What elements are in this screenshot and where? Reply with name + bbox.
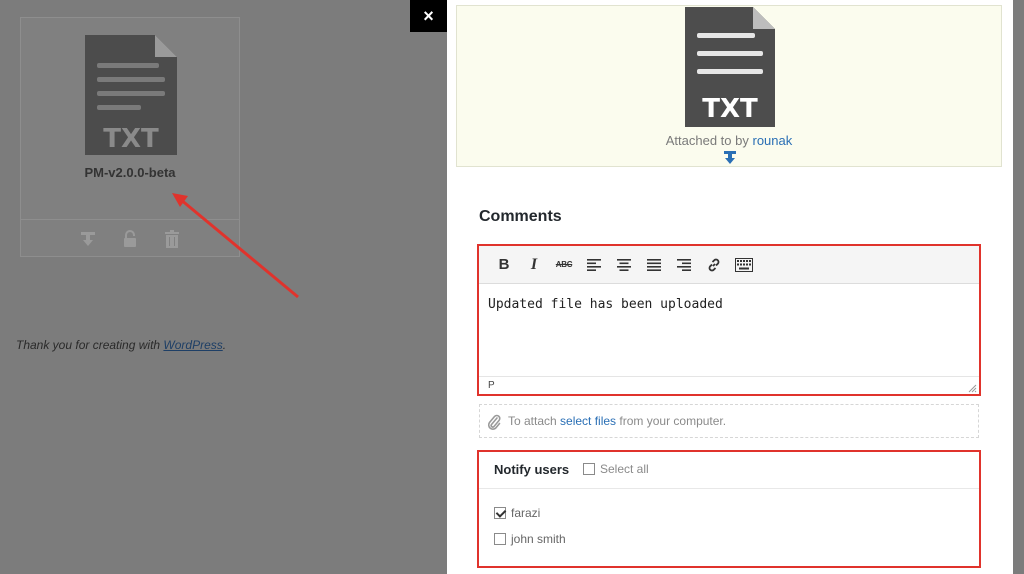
file-title[interactable]: PM-v2.0.0-beta [21,165,239,180]
link-icon[interactable] [699,253,729,277]
wordpress-link[interactable]: WordPress [163,338,222,352]
svg-text:TXT: TXT [103,124,159,154]
file-preview: TXT Attached to by rounak [456,5,1002,167]
bold-button[interactable]: B [489,253,519,277]
editor-toolbar: B I ABC [479,246,979,284]
strikethrough-button[interactable]: ABC [549,253,579,277]
paperclip-icon [487,414,501,430]
file-actions [21,230,239,248]
align-center-icon[interactable] [609,253,639,277]
download-icon[interactable] [723,151,737,165]
resize-grip-icon[interactable] [968,384,977,393]
attachment-modal: TXT Attached to by rounak Comments B I A… [447,0,1013,574]
scroll-strip [1013,0,1024,574]
user-john-smith-checkbox[interactable]: john smith [494,532,566,546]
align-left-icon[interactable] [579,253,609,277]
notify-users-section: Notify users Select all farazi john smit… [477,450,981,568]
select-all-checkbox[interactable]: Select all [583,462,649,476]
attached-by-text: Attached to by rounak [665,133,793,148]
editor-statusbar: P [479,376,979,395]
notify-title: Notify users [494,462,570,477]
checkbox-checked[interactable] [494,507,506,519]
element-path[interactable]: P [488,380,495,391]
comments-heading: Comments [479,208,562,225]
align-right-icon[interactable] [669,253,699,277]
lock-icon[interactable] [122,230,138,248]
comment-text[interactable]: Updated file has been uploaded [488,297,723,312]
select-files-link[interactable]: select files [560,414,616,428]
download-icon[interactable] [80,230,96,248]
comment-editor[interactable]: B I ABC Updated file has been uploaded P [477,244,981,396]
checkbox[interactable] [583,463,595,475]
trash-icon[interactable] [164,230,180,248]
keyboard-icon[interactable] [729,253,759,277]
attach-text: To attach select files from your compute… [508,414,727,428]
footer-text: Thank you for creating with WordPress. [16,338,227,352]
notify-header: Notify users Select all [479,452,979,489]
italic-button[interactable]: I [519,253,549,277]
user-link[interactable]: rounak [752,133,792,148]
attach-dropzone[interactable]: To attach select files from your compute… [479,404,979,438]
close-button[interactable]: × [410,0,447,32]
user-farazi-checkbox[interactable]: farazi [494,506,540,520]
svg-text:TXT: TXT [702,94,758,124]
checkbox[interactable] [494,533,506,545]
txt-file-icon: TXT [685,7,775,127]
file-card: TXT PM-v2.0.0-beta [20,17,240,257]
divider [21,219,239,220]
txt-file-icon: TXT [85,35,177,155]
align-justify-icon[interactable] [639,253,669,277]
